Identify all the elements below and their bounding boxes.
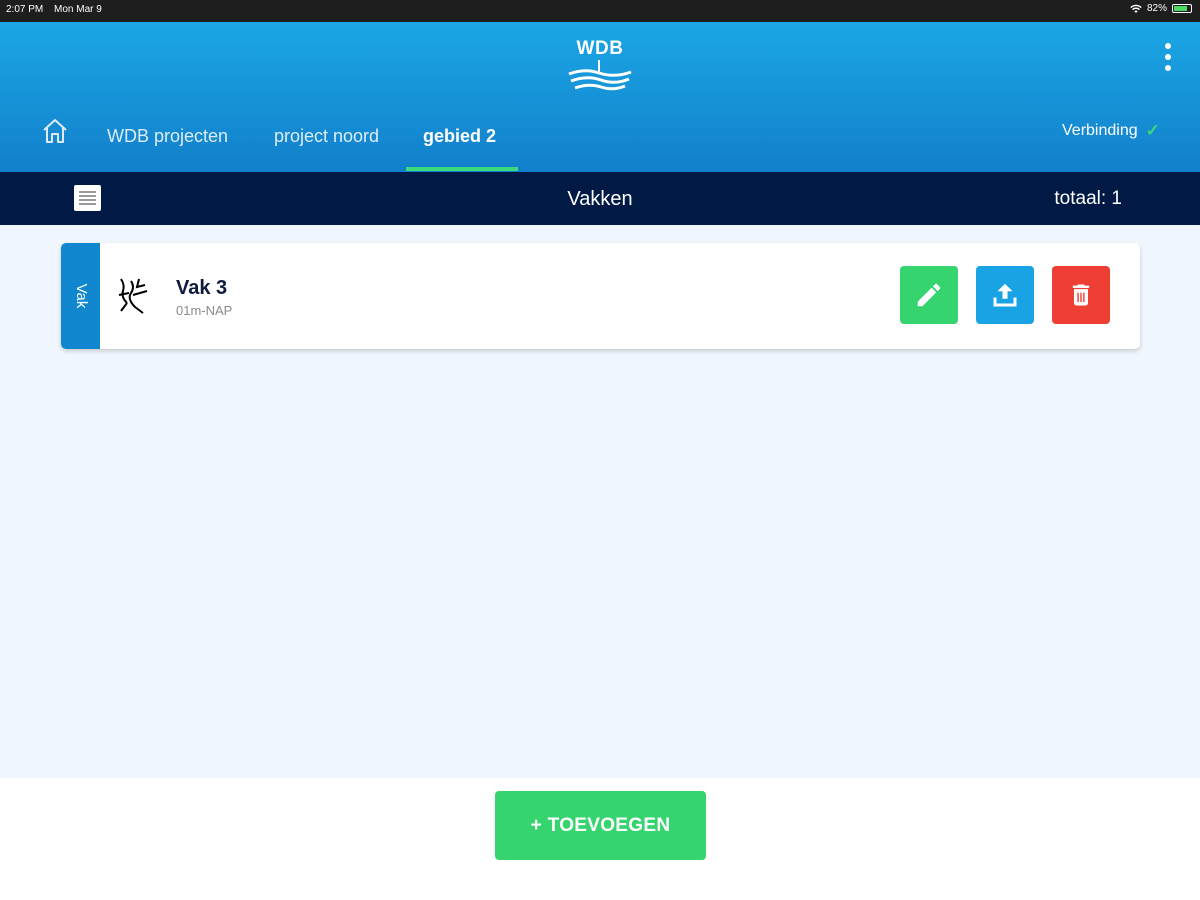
- check-icon: ✓: [1145, 121, 1160, 140]
- breadcrumb: WDB projecten project noord gebied 2: [0, 110, 1000, 172]
- battery-percentage: 82%: [1146, 3, 1167, 14]
- water-logo-icon: [568, 60, 632, 91]
- breadcrumb-project-noord[interactable]: project noord: [274, 126, 379, 147]
- add-button[interactable]: + TOEVOEGEN: [495, 791, 706, 860]
- edit-button[interactable]: [900, 266, 958, 324]
- battery-icon: [1172, 4, 1192, 13]
- card-type-tab: Vak: [61, 243, 100, 349]
- trash-icon: [1072, 284, 1090, 306]
- breadcrumb-gebied-2[interactable]: gebied 2: [423, 126, 496, 147]
- status-date: Mon Mar 9: [54, 4, 102, 15]
- upload-button[interactable]: [976, 266, 1034, 324]
- wdb-logo: WDB: [560, 38, 640, 98]
- page-title: Vakken: [567, 188, 633, 210]
- active-tab-indicator: [406, 167, 518, 171]
- card-type-label: Vak: [73, 283, 90, 309]
- upload-icon: [993, 283, 1017, 307]
- status-bar: 2:07 PM Mon Mar 9 82%: [0, 0, 1200, 22]
- breadcrumb-wdb-projecten[interactable]: WDB projecten: [107, 126, 228, 147]
- status-left: 2:07 PM Mon Mar 9: [6, 4, 110, 15]
- section-title-bar: Vakken totaal: 1: [0, 172, 1200, 225]
- delete-button[interactable]: [1052, 266, 1110, 324]
- status-right: 82%: [1130, 3, 1192, 14]
- more-menu-icon[interactable]: [1156, 40, 1180, 74]
- logo-text: WDB: [576, 38, 624, 59]
- list-item[interactable]: Vak Vak 3 01m-NAP: [61, 243, 1140, 349]
- connection-status: Verbinding ✓: [1062, 121, 1160, 141]
- card-subtitle: 01m-NAP: [176, 303, 233, 318]
- home-icon[interactable]: [40, 116, 70, 146]
- app-header: WDB WDB projecten project noord gebied 2…: [0, 22, 1200, 172]
- pencil-icon: [917, 283, 941, 307]
- card-title: Vak 3: [176, 277, 228, 299]
- total-count: totaal: 1: [1054, 188, 1122, 209]
- content-area: Vak Vak 3 01m-NAP: [0, 225, 1200, 778]
- vak-icon: [118, 278, 148, 314]
- footer: + TOEVOEGEN: [0, 778, 1200, 900]
- wifi-icon: [1130, 4, 1142, 13]
- status-time: 2:07 PM: [6, 4, 44, 15]
- connection-label: Verbinding: [1062, 122, 1138, 139]
